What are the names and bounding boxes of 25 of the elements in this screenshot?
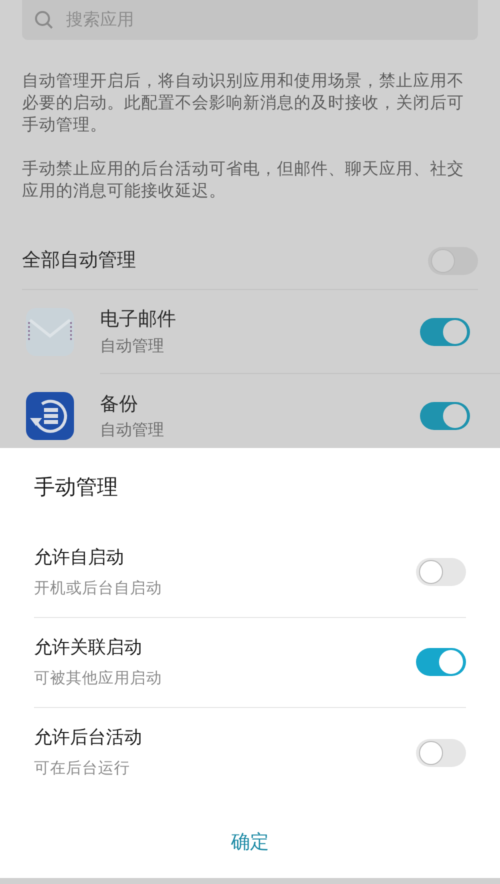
description-text: 手动禁止应用的后台活动可省电，但邮件、聊天应用、社交应用的消息可能接收延迟。	[22, 158, 465, 202]
search-field[interactable]: 搜索应用	[22, 0, 478, 40]
app-name: 备份	[100, 392, 139, 417]
confirm-button[interactable]: 确定	[221, 824, 279, 860]
setting-label: 全部自动管理	[22, 248, 136, 274]
description-text: 自动管理开启后，将自动识别应用和使用场景，禁止应用不必要的启动。此配置不会影响新消息的及时接收，关闭后可手动管理。	[22, 70, 465, 136]
option-label: 允许自启动	[34, 546, 125, 570]
app-status: 自动管理	[100, 334, 165, 357]
option-hint: 开机或后台自启动	[34, 578, 162, 599]
option-hint: 可在后台运行	[34, 758, 131, 780]
toggle-switch[interactable]	[420, 402, 470, 430]
toggle-switch[interactable]	[416, 738, 466, 766]
dialog-title: 手动管理	[34, 474, 119, 501]
toggle-switch[interactable]	[416, 558, 466, 586]
envelope-icon	[24, 306, 76, 358]
option-label: 允许后台活动	[34, 726, 142, 750]
option-label: 允许关联启动	[34, 636, 143, 660]
backup-icon	[24, 390, 76, 442]
search-icon	[34, 10, 54, 30]
toggle-switch[interactable]	[416, 648, 466, 676]
toggle-switch[interactable]	[420, 318, 470, 346]
toggle-switch[interactable]	[428, 246, 478, 274]
option-hint: 可被其他应用启动	[34, 668, 162, 689]
app-status: 自动管理	[100, 419, 164, 442]
app-name: 电子邮件	[100, 307, 176, 332]
